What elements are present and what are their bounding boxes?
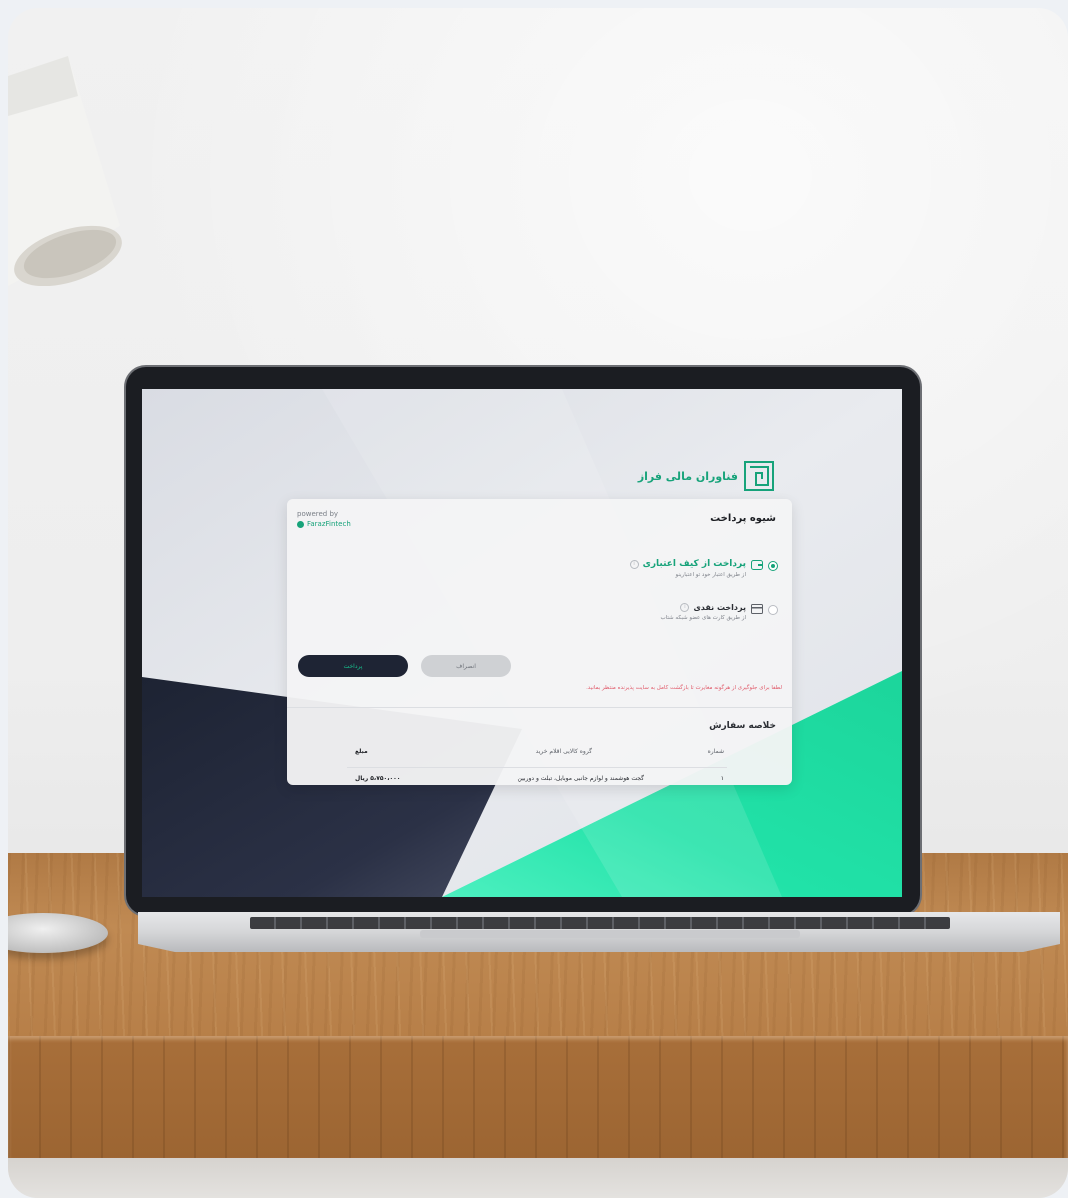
powered-by-label: powered by — [297, 510, 339, 518]
table-cell-group: گجت هوشمند و لوازم جانبی موبایل، تبلت و … — [517, 775, 644, 782]
brand-logo-icon — [744, 461, 774, 491]
order-summary-title: خلاصه سفارش — [709, 721, 776, 731]
column-header-number: شماره — [707, 748, 724, 755]
option-cash[interactable]: پرداخت نقدی i از طریق کارت های عضو شبکه … — [661, 603, 778, 621]
powered-by: powered by FarazFintech — [297, 509, 351, 529]
provider-name: FarazFintech — [307, 520, 351, 528]
divider — [287, 707, 792, 708]
radio-credit-wallet[interactable] — [768, 561, 778, 571]
payment-card: شیوه پرداخت powered by FarazFintech پردا… — [287, 499, 792, 785]
wall-lamp — [8, 56, 122, 286]
warning-message: لطفا برای جلوگیری از هرگونه مغایرت تا با… — [586, 685, 782, 691]
table-cell-number: ۱ — [720, 775, 724, 782]
column-header-group: گروه کالایی اقلام خرید — [535, 748, 592, 755]
provider-logo: FarazFintech — [297, 519, 351, 529]
info-icon[interactable]: i — [680, 603, 690, 612]
info-icon[interactable]: i — [629, 559, 639, 569]
cancel-button[interactable]: انصراف — [421, 655, 511, 677]
card-icon — [751, 604, 763, 614]
pay-button[interactable]: پرداخت — [298, 655, 408, 677]
option-credit-wallet-label: پرداخت از کیف اعتباری — [642, 559, 746, 569]
laptop-trackpad — [420, 930, 800, 938]
desk-front — [8, 1036, 1068, 1158]
table-cell-amount: ۵،۷۵۰،۰۰۰ ریال — [355, 775, 401, 782]
laptop-screen: فناوران مالی فراز شیوه پرداخت powered by… — [142, 389, 902, 897]
option-cash-description: از طریق کارت های عضو شبکه شتاب — [660, 615, 746, 621]
option-credit-wallet[interactable]: پرداخت از کیف اعتباری i از طریق اعتبار خ… — [629, 559, 778, 578]
brand-name: فناوران مالی فراز — [637, 469, 738, 483]
radio-cash[interactable] — [768, 605, 778, 615]
brand-header: فناوران مالی فراز — [638, 461, 774, 491]
provider-logo-icon — [297, 520, 304, 528]
column-header-amount: مبلغ — [355, 748, 368, 755]
wallet-icon — [751, 560, 763, 570]
laptop-lid: فناوران مالی فراز شیوه پرداخت powered by… — [126, 367, 920, 915]
laptop-keyboard — [250, 917, 950, 929]
table-row-divider — [347, 767, 727, 768]
option-credit-wallet-description: از طریق اعتبار خود تو اعتبارینو — [675, 572, 746, 578]
option-cash-label: پرداخت نقدی — [693, 603, 746, 612]
payment-method-title: شیوه پرداخت — [710, 513, 776, 524]
floor — [8, 1158, 1068, 1198]
